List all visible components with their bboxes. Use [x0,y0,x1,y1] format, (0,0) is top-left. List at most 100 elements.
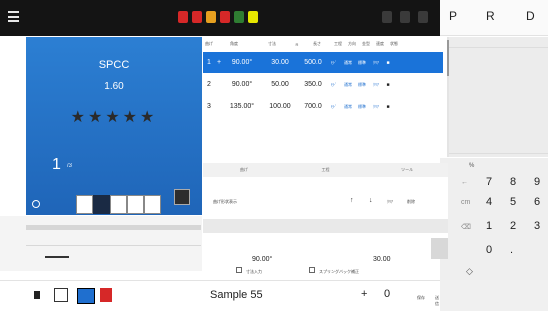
draw-icon[interactable] [100,288,112,302]
list-icon[interactable] [54,288,68,302]
table-cell-no: 1 [207,59,211,66]
status-indicator-icon [248,11,258,23]
clear-button[interactable]: ｸﾘｱ [387,199,393,205]
key-4[interactable]: 4 [486,196,492,208]
th-speed: 速度 [376,41,384,46]
status-indicator-icon [206,11,216,23]
tabs-bar: 曲げ 工程 ツール [203,163,448,177]
key-8[interactable]: 8 [510,176,516,188]
key-decimal[interactable]: . [510,244,513,256]
table-cell-no: 2 [207,81,211,88]
table-cell-e: ■ [386,103,390,110]
save-button[interactable]: 保存 [417,295,425,301]
table-cell-b: 通常 [344,81,352,87]
table-cell-d: ｸﾘｱ [373,103,379,109]
table-cell-c: 標準 [358,81,366,87]
key-1[interactable]: 1 [486,220,492,232]
shape-label: 曲げ形状表示 [213,199,237,204]
dim-checkbox-label: 寸法入力 [246,269,262,274]
status-indicator-icon [192,11,202,23]
program-name: Sample 55 [210,289,263,301]
keypad-row: 0 . [440,242,548,261]
keypad-row: ← 7 8 9 [440,174,548,193]
key-7[interactable]: 7 [486,176,492,188]
station-slots [76,195,161,214]
tab-bend[interactable]: 曲げ [203,163,285,177]
th-dim: 寸法 [268,41,276,46]
clear-key[interactable]: ⌫ [461,223,471,231]
springback-checkbox[interactable] [309,267,315,273]
hamburger-menu-icon[interactable] [8,11,19,22]
table-cell-d: ｸﾘｱ [373,59,379,65]
table-cell-len: 700.0 [304,103,322,110]
gear-icon[interactable] [400,11,410,23]
status-indicators [178,10,258,24]
page-total: /3 [67,163,73,169]
table-cell-len: 500.0 [304,59,322,66]
th-r: R [295,41,299,47]
mode-r[interactable]: R [486,9,495,23]
material-thickness: 1.60 [104,81,124,92]
arrow-down-icon[interactable]: ↓ [369,197,373,204]
info-icon[interactable] [418,11,428,23]
top-right-icons [382,11,428,23]
angle-value: 90.00° [252,256,273,263]
th-angle: 角度 [230,41,238,46]
table-cell-e: ■ [386,81,390,88]
dim-value: 30.00 [373,256,391,263]
tab-step[interactable]: 工程 [285,163,367,177]
preview-display [447,37,548,157]
monitor-icon[interactable] [77,288,95,304]
slot[interactable] [76,195,93,214]
file-icon[interactable] [34,291,40,299]
control-row: 曲げ形状表示 ↑ ↓ ｸﾘｱ 削除 [203,194,448,208]
mode-p[interactable]: P [449,9,457,23]
table-cell-dim: 100.00 [269,103,291,110]
divider [26,245,201,246]
key-2[interactable]: 2 [510,220,516,232]
mode-d[interactable]: D [526,9,535,23]
table-cell-c: 標準 [358,59,366,65]
table-cell-b: 通常 [344,103,352,109]
key-9[interactable]: 9 [534,176,540,188]
key-5[interactable]: 5 [510,196,516,208]
dim-checkbox[interactable] [236,267,242,273]
table-cell-d: ｸﾘｱ [373,81,379,87]
sub-panel [0,216,202,271]
slot[interactable] [127,195,144,214]
table-row[interactable]: 3 135.00° 100.00 700.0 ﾓﾄﾞ 通常 標準 ｸﾘｱ ■ [203,96,443,117]
bend-table: 曲げ 角度 寸法 R 長さ 工程 方向 金型 速度 状態 1 +90.00° 30.… [203,37,443,157]
slot[interactable] [144,195,161,214]
mode-header: P R D [440,0,548,36]
material-name: SPCC [98,59,130,71]
table-cell-a: ﾓﾄﾞ [331,103,337,109]
settings-icon[interactable] [32,200,40,208]
table-cell-angle: 135.00° [229,103,255,110]
delete-button[interactable]: 削除 [407,199,415,205]
top-bar [0,0,440,36]
th-tool: 金型 [362,41,370,46]
lock-icon[interactable] [382,11,392,23]
table-scroll-thumb[interactable] [447,40,449,76]
status-indicator-icon [220,11,230,23]
unit-key[interactable]: cm [461,199,470,206]
slot-selected[interactable] [93,195,110,214]
arrow-up-icon[interactable]: ↑ [350,197,354,204]
table-row[interactable]: 2 90.00° 50.00 350.0 ﾓﾄﾞ 通常 標準 ｸﾘｱ ■ [203,74,443,95]
th-len: 長さ [313,41,321,46]
add-button[interactable]: + [361,288,367,300]
table-cell-angle: 90.00° [231,81,253,88]
springback-checkbox-label: スプリングバック補正 [319,269,359,274]
key-3[interactable]: 3 [534,220,540,232]
backspace-key[interactable]: ← [461,179,468,186]
tab-tool[interactable]: ツール [366,163,448,177]
slot[interactable] [110,195,127,214]
material-panel[interactable]: SPCC 1.60 ★★★★★ 1 /3 [26,37,202,215]
input-row[interactable] [203,219,448,233]
diamond-icon[interactable]: ◇ [466,266,473,277]
progress-track [26,225,201,230]
table-row[interactable]: 1 +90.00° 30.00 500.0 ﾓﾄﾞ 通常 標準 ｸﾘｱ ■ [203,52,443,73]
key-0[interactable]: 0 [486,244,492,256]
side-button[interactable] [431,238,448,259]
key-6[interactable]: 6 [534,196,540,208]
